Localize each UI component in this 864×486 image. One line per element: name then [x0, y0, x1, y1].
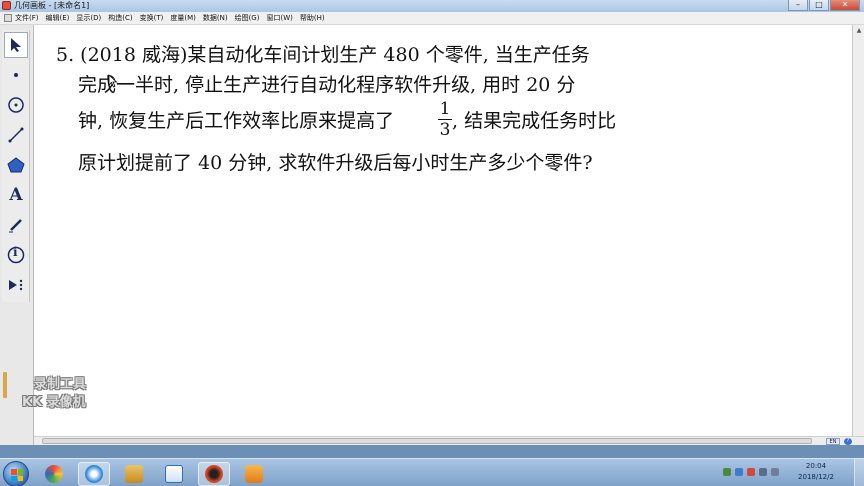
taskbar-app-multicolor[interactable]	[38, 462, 70, 486]
presenter-icon	[245, 465, 263, 483]
menu-transform[interactable]: 变换(T)	[140, 12, 164, 24]
document-icon[interactable]	[4, 14, 12, 22]
browser-icon	[85, 465, 103, 483]
window-controls: – □ ✕	[787, 0, 860, 12]
tool-compass[interactable]	[4, 92, 28, 118]
point-icon	[14, 73, 18, 77]
status-corner: EN ?	[824, 436, 864, 445]
taskbar-app-files[interactable]	[118, 462, 150, 486]
show-desktop-button[interactable]	[854, 459, 864, 486]
problem-line-1: 5. (2018 威海)某自动化车间计划生产 480 个零件, 当生产任务	[56, 44, 590, 66]
watermark-line-2: KK 录像机	[22, 395, 86, 410]
sketchpad-icon	[165, 465, 183, 483]
horizontal-scrollbar[interactable]	[34, 436, 824, 445]
recorder-watermark: 录制工具 KK 录像机	[22, 376, 86, 412]
menu-edit[interactable]: 编辑(E)	[46, 12, 70, 24]
menu-file[interactable]: 文件(F)	[15, 12, 39, 24]
menu-graph[interactable]: 绘图(G)	[235, 12, 260, 24]
menu-measure[interactable]: 度量(M)	[170, 12, 196, 24]
toolbox: A i	[2, 30, 30, 302]
taskbar-app-recorder[interactable]	[198, 462, 230, 486]
clock-time[interactable]: 20:04	[794, 462, 838, 470]
menu-data[interactable]: 数据(N)	[203, 12, 228, 24]
circle-icon	[8, 97, 24, 113]
tray-volume-icon[interactable]	[771, 468, 779, 476]
problem-line-3b: , 结果完成任务时比	[452, 110, 617, 132]
polygon-icon	[7, 157, 25, 173]
tool-information[interactable]: i	[4, 242, 28, 268]
taskbar-app-sketchpad[interactable]	[158, 462, 190, 486]
problem-line-3a: 钟, 恢复生产后工作效率比原来提高了	[78, 110, 395, 132]
tool-text[interactable]: A	[4, 182, 28, 208]
tool-point[interactable]	[4, 62, 28, 88]
watermark-line-1: 录制工具	[34, 377, 87, 392]
info-letter: i	[13, 245, 18, 259]
fraction-one-third: 1 3	[438, 100, 452, 139]
segment-icon	[8, 127, 24, 143]
start-button[interactable]	[3, 461, 29, 486]
tray-security-icon[interactable]	[747, 468, 755, 476]
tool-line[interactable]	[4, 122, 28, 148]
problem-line-4: 原计划提前了 40 分钟, 求软件升级后每小时生产多少个零件?	[78, 152, 593, 174]
taskbar-app-presenter[interactable]	[238, 462, 270, 486]
fraction-numerator: 1	[439, 99, 451, 119]
scroll-indicator	[3, 372, 7, 398]
tool-select-arrow[interactable]	[4, 32, 28, 58]
language-indicator[interactable]: EN	[826, 438, 840, 445]
maximize-button[interactable]: □	[809, 0, 829, 11]
window-title: 几何画板 - [未命名1]	[14, 1, 90, 10]
menu-construct[interactable]: 构造(C)	[108, 12, 132, 24]
tray-signal-icon[interactable]	[759, 468, 767, 476]
mouse-cursor-icon	[108, 74, 118, 88]
sketchpad-app-icon	[2, 1, 11, 10]
windows-logo-icon	[11, 469, 23, 481]
tray-app-icon[interactable]	[735, 468, 743, 476]
system-tray: 20:04 2018/12/2	[719, 459, 864, 486]
recorder-icon	[205, 465, 223, 483]
help-icon[interactable]: ?	[844, 438, 852, 445]
tray-network-icon[interactable]	[723, 468, 731, 476]
horizontal-scroll-thumb[interactable]	[42, 438, 812, 444]
title-bar: 几何画板 - [未命名1] – □ ✕	[0, 0, 864, 12]
tool-custom[interactable]	[4, 272, 28, 298]
menu-window[interactable]: 窗口(W)	[266, 12, 292, 24]
arrow-cursor-icon	[11, 38, 21, 52]
scroll-up-icon[interactable]: ▲	[855, 27, 863, 35]
menu-display[interactable]: 显示(D)	[76, 12, 101, 24]
clock-date[interactable]: 2018/12/2	[794, 473, 838, 481]
colorful-app-icon	[45, 465, 63, 483]
menu-bar: 文件(F) 编辑(E) 显示(D) 构造(C) 变换(T) 度量(M) 数据(N…	[0, 12, 864, 25]
taskbar-app-browser[interactable]	[78, 462, 110, 486]
fraction-denominator: 3	[439, 120, 451, 140]
problem-line-2: 完成一半时, 停止生产进行自动化程序软件升级, 用时 20 分	[78, 74, 576, 96]
pen-icon	[9, 219, 22, 233]
tool-polygon[interactable]	[4, 152, 28, 178]
menu-help[interactable]: 帮助(H)	[300, 12, 325, 24]
vertical-scrollbar[interactable]: ▲ ▼	[852, 25, 864, 445]
folder-icon	[125, 465, 143, 483]
taskbar: 20:04 2018/12/2	[0, 458, 864, 486]
close-button[interactable]: ✕	[830, 0, 860, 11]
tool-marker[interactable]	[4, 212, 28, 238]
minimize-button[interactable]: –	[788, 0, 808, 11]
play-more-icon	[9, 279, 23, 291]
